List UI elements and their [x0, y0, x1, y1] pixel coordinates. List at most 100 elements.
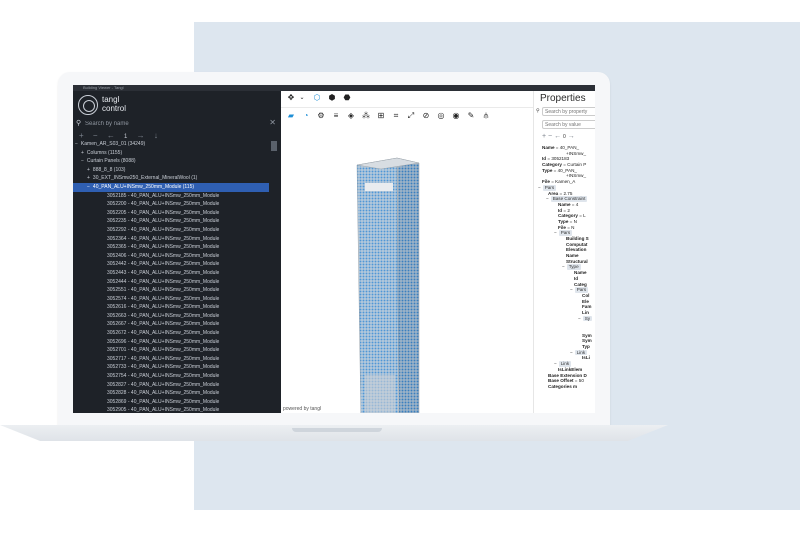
- property-search-input[interactable]: [542, 107, 595, 116]
- orbit-icon[interactable]: ✥: [286, 93, 296, 103]
- tree-row[interactable]: 3052205 - 40_PAN_ALU+INSmw_250mm_Module: [73, 209, 281, 218]
- tree-row[interactable]: 3052185 - 40_PAN_ALU+INSmw_250mm_Module: [73, 192, 281, 201]
- section-icon[interactable]: ◈: [346, 111, 356, 121]
- tree-row[interactable]: 3052235 - 40_PAN_ALU+INSmw_250mm_Module: [73, 217, 281, 226]
- tree-nav: + − ← 1 → ↓: [79, 131, 163, 140]
- collapse-icon[interactable]: −: [75, 141, 78, 147]
- tree-row[interactable]: − Kamen_AR_S03_01 (34249): [73, 140, 281, 149]
- collapse-icon[interactable]: −: [554, 361, 557, 366]
- collapse-icon[interactable]: −: [81, 158, 84, 164]
- layers-icon[interactable]: ≡: [331, 111, 341, 121]
- prev-arrow-icon[interactable]: ←: [107, 131, 117, 140]
- property-value: = N: [565, 224, 575, 230]
- property-value: = 2: [562, 207, 570, 213]
- tree-row[interactable]: 3052365 - 40_PAN_ALU+INSmw_250mm_Module: [73, 243, 281, 252]
- 3d-viewport[interactable]: powered by tangl: [281, 125, 533, 413]
- expand-icon[interactable]: +: [87, 167, 90, 173]
- tree-row[interactable]: − Curtain Panels (8088): [73, 157, 281, 166]
- tree-row-label: 3052444 - 40_PAN_ALU+INSmw_250mm_Module: [107, 278, 220, 285]
- tree-row[interactable]: 3052733 - 40_PAN_ALU+INSmw_250mm_Module: [73, 363, 281, 372]
- tree-row[interactable]: 3052616 - 40_PAN_ALU+INSmw_250mm_Module: [73, 303, 281, 312]
- tower-side-face: [396, 157, 420, 413]
- fit-icon[interactable]: ⊞: [376, 111, 386, 121]
- tree-row[interactable]: 3052663 - 40_PAN_ALU+INSmw_250mm_Module: [73, 312, 281, 321]
- cube-solid-icon[interactable]: ⬢: [327, 93, 337, 103]
- tree-row[interactable]: 3052905 - 40_PAN_ALU+INSmw_250mm_Module: [73, 406, 281, 413]
- expand-icon[interactable]: +: [87, 175, 90, 181]
- tree-row[interactable]: 3052292 - 40_PAN_ALU+INSmw_250mm_Module: [73, 226, 281, 235]
- tree-row[interactable]: 3052696 - 40_PAN_ALU+INSmw_250mm_Module: [73, 338, 281, 347]
- tree-row-label: 3052574 - 40_PAN_ALU+INSmw_250mm_Module: [107, 295, 220, 302]
- collapse-icon[interactable]: −: [554, 230, 557, 235]
- expand-all-icon[interactable]: +: [542, 133, 546, 140]
- tree-row[interactable]: 3052442 - 40_PAN_ALU+INSmw_250mm_Module: [73, 260, 281, 269]
- tree-row[interactable]: 3052364 - 40_PAN_ALU+INSmw_250mm_Module: [73, 235, 281, 244]
- focus-icon[interactable]: ⌗: [391, 111, 401, 121]
- collapse-icon[interactable]: −: [570, 287, 573, 292]
- collapse-icon[interactable]: −: [538, 185, 541, 190]
- tree-row[interactable]: +888_8_8 (103): [73, 166, 281, 175]
- building-model: [356, 157, 420, 413]
- search-icon: ⚲: [76, 120, 82, 127]
- down-arrow-icon[interactable]: ↓: [154, 131, 160, 140]
- tree-row[interactable]: 3052701 - 40_PAN_ALU+INSmw_250mm_Module: [73, 346, 281, 355]
- nodes-icon[interactable]: ⁂: [361, 111, 371, 121]
- tree-search-input[interactable]: [85, 119, 265, 129]
- expand-all-icon[interactable]: +: [79, 131, 86, 140]
- clear-icon[interactable]: ✕: [269, 118, 276, 127]
- tree-row[interactable]: 3052667 - 40_PAN_ALU+INSmw_250mm_Module: [73, 320, 281, 329]
- comment-icon[interactable]: ▰: [286, 111, 296, 121]
- tree-row-label: Curtain Panels (8088): [86, 158, 136, 165]
- measure-icon[interactable]: ⫛: [481, 111, 491, 121]
- collapse-icon[interactable]: −: [562, 264, 565, 269]
- collapse-all-icon[interactable]: −: [93, 131, 100, 140]
- chevron-down-icon[interactable]: ⌄: [297, 93, 307, 103]
- zoom-extents-icon[interactable]: ⤢: [406, 111, 416, 121]
- eye-icon[interactable]: ◉: [451, 111, 461, 121]
- tree-row-label: 3052364 - 40_PAN_ALU+INSmw_250mm_Module: [107, 235, 220, 242]
- property-value: +INSmw_: [566, 173, 587, 179]
- tree-row-label: 3052406 - 40_PAN_ALU+INSmw_250mm_Module: [107, 252, 220, 259]
- tree-row[interactable]: 3052828 - 40_PAN_ALU+INSmw_250mm_Module: [73, 389, 281, 398]
- next-arrow-icon[interactable]: →: [568, 133, 575, 140]
- hexagon-icon[interactable]: ⬣: [342, 93, 352, 103]
- tree-row[interactable]: 3052717 - 40_PAN_ALU+INSmw_250mm_Module: [73, 355, 281, 364]
- tower-base-band: [365, 375, 395, 413]
- marketing-stage: Building Viewer - Tangl tangl control ⚲ …: [0, 0, 800, 533]
- pencil-icon[interactable]: ✎: [466, 111, 476, 121]
- collapse-icon[interactable]: −: [546, 196, 549, 201]
- tree-row-label: 3052616 - 40_PAN_ALU+INSmw_250mm_Module: [107, 304, 220, 311]
- gear-icon[interactable]: ⚙: [316, 111, 326, 121]
- tree-row[interactable]: 3052443 - 40_PAN_ALU+INSmw_250mm_Module: [73, 269, 281, 278]
- properties-panel: — □ ✕ Properties ⚲ + − ← 0 → Name = 40_P…: [533, 91, 595, 413]
- collapse-all-icon[interactable]: −: [548, 133, 552, 140]
- value-search-input[interactable]: [542, 120, 595, 129]
- tree-row[interactable]: +30_EXT_INSmw250_External_MineralWool (1…: [73, 174, 281, 183]
- tree-row[interactable]: 3052551 - 40_PAN_ALU+INSmw_250mm_Module: [73, 286, 281, 295]
- tree-row-label: 3052235 - 40_PAN_ALU+INSmw_250mm_Module: [107, 218, 220, 225]
- tree-row-selected[interactable]: −40_PAN_ALU+INSmw_250mm_Module (115): [73, 182, 269, 192]
- tree-row[interactable]: 3052869 - 40_PAN_ALU+INSmw_250mm_Module: [73, 398, 281, 407]
- tree-row[interactable]: 3052444 - 40_PAN_ALU+INSmw_250mm_Module: [73, 278, 281, 287]
- prev-arrow-icon[interactable]: ←: [554, 133, 561, 140]
- tree-row[interactable]: 3052672 - 40_PAN_ALU+INSmw_250mm_Module: [73, 329, 281, 338]
- hide-icon[interactable]: ⊘: [421, 111, 431, 121]
- cube-outline-icon[interactable]: ⬡: [312, 93, 322, 103]
- tree-row-label: 3052733 - 40_PAN_ALU+INSmw_250mm_Module: [107, 364, 220, 371]
- tree-row[interactable]: 3052827 - 40_PAN_ALU+INSmw_250mm_Module: [73, 381, 281, 390]
- tree-row-label: 3052754 - 40_PAN_ALU+INSmw_250mm_Module: [107, 373, 220, 380]
- speed-icon[interactable]: ◔: [301, 111, 311, 121]
- eye-off-icon[interactable]: ◎: [436, 111, 446, 121]
- property-key: Sym: [582, 332, 592, 338]
- expand-icon[interactable]: +: [81, 150, 84, 156]
- tree-row[interactable]: + Columns (1155): [73, 149, 281, 158]
- tree-row[interactable]: 3052754 - 40_PAN_ALU+INSmw_250mm_Module: [73, 372, 281, 381]
- collapse-icon[interactable]: −: [578, 316, 581, 321]
- tree-row[interactable]: 3052574 - 40_PAN_ALU+INSmw_250mm_Module: [73, 295, 281, 304]
- tree-row[interactable]: 3052200 - 40_PAN_ALU+INSmw_250mm_Module: [73, 200, 281, 209]
- next-arrow-icon[interactable]: →: [137, 131, 147, 140]
- collapse-icon[interactable]: −: [570, 350, 573, 355]
- tree-row[interactable]: 3052406 - 40_PAN_ALU+INSmw_250mm_Module: [73, 252, 281, 261]
- collapse-icon[interactable]: −: [87, 184, 90, 190]
- property-list: Name = 40_PAN_ +INSmw_ Id = 3052183 Catego…: [536, 145, 595, 390]
